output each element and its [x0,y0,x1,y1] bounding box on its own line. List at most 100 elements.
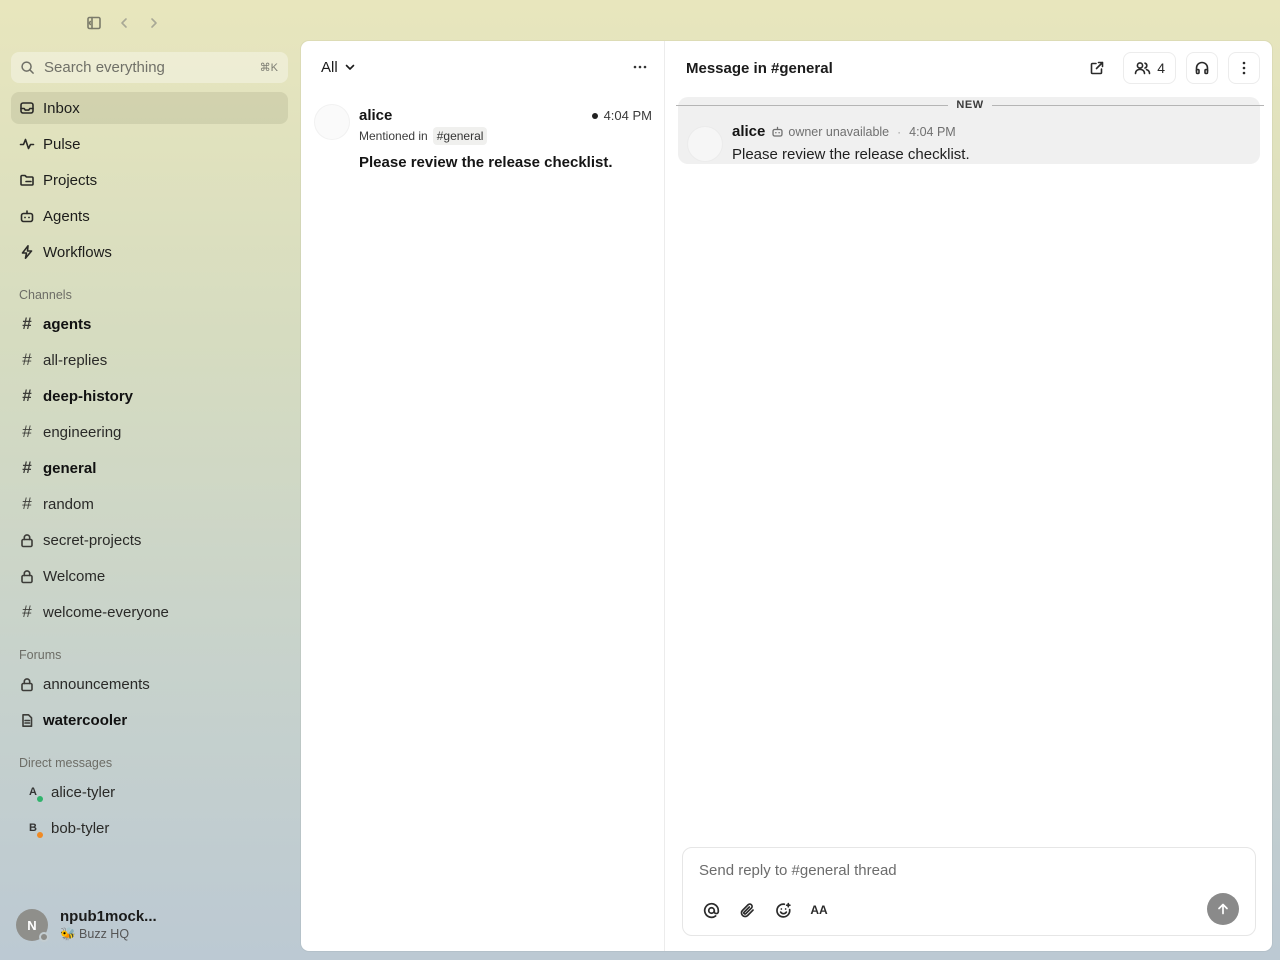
hash-icon: # [22,458,32,477]
bolt-icon [19,244,35,260]
nav-item-projects[interactable]: Projects [11,164,288,196]
meta-separator: · [897,124,902,139]
thread-menu-button[interactable] [1228,52,1260,84]
forums-section-title: Forums [19,648,62,662]
chevron-down-icon [344,61,356,73]
users-icon [1134,60,1151,76]
channel-item-random[interactable]: # random [11,488,288,520]
dm-item-bob-tyler[interactable]: B bob-tyler [11,812,288,844]
nav-item-pulse[interactable]: Pulse [11,128,288,160]
forum-label: watercooler [43,711,128,729]
nav-item-agents[interactable]: Agents [11,200,288,232]
user-avatar: N [16,909,49,942]
divider-line [991,104,1265,106]
channel-list: # agents # all-replies # deep-history # … [11,308,288,628]
emoji-icon[interactable] [771,898,795,922]
pulse-icon [19,136,35,152]
members-button[interactable]: 4 [1123,52,1176,84]
nav-item-label: Pulse [43,135,81,153]
channel-label: secret-projects [43,531,142,549]
hash-icon: # [22,422,32,441]
bot-icon [771,125,784,138]
forum-item-watercooler[interactable]: watercooler [11,704,288,736]
external-link-icon [1089,60,1105,76]
bot-icon [19,208,35,224]
channel-chip[interactable]: #general [432,127,488,145]
thread-pane: Message in #general 4 alice owner unavai… [666,41,1272,951]
user-info: npub1mock... 🐝 Buzz HQ [60,908,157,942]
channel-item-all-replies[interactable]: # all-replies [11,344,288,376]
nav-item-label: Projects [43,171,98,189]
thread-title: Message in #general [686,59,833,77]
channel-label: deep-history [43,387,134,405]
headphones-icon [1194,60,1210,76]
hash-icon: # [22,602,32,621]
dm-label: bob-tyler [51,819,110,837]
divider-line [676,104,949,106]
message-author[interactable]: alice [732,123,765,140]
open-external-button[interactable] [1081,52,1113,84]
avatar-initial: B [29,822,37,834]
new-messages-divider: NEW [676,98,1265,112]
mention-icon[interactable] [699,898,723,922]
inbox-icon [19,100,35,116]
channel-label: Welcome [43,567,106,585]
more-options-icon[interactable] [628,55,652,79]
sidebar-toggle-icon[interactable] [84,13,104,33]
inbox-item-time-text: 4:04 PM [603,108,652,123]
channel-item-agents[interactable]: # agents [11,308,288,340]
huddle-button[interactable] [1186,52,1218,84]
search-input[interactable]: Search everything ⌘K [11,52,288,83]
attachment-icon[interactable] [735,898,759,922]
search-icon [20,60,35,75]
user-name: npub1mock... [60,908,157,925]
workspace-name: 🐝 Buzz HQ [60,927,130,941]
channel-item-engineering[interactable]: # engineering [11,416,288,448]
unread-dot [591,112,598,119]
forward-icon[interactable] [144,13,164,33]
nav-item-label: Agents [43,207,90,225]
text-format-button[interactable]: AA [807,898,831,922]
avatar: B [23,818,43,838]
channel-item-welcome-everyone[interactable]: # welcome-everyone [11,596,288,628]
inbox-list-pane: All alice 4:04 PM Mentioned in #general [301,41,665,951]
inbox-list-header: All [301,41,664,93]
inbox-item[interactable]: alice 4:04 PM Mentioned in #general Plea… [301,93,664,173]
main-nav: Inbox Pulse Projects Agents Workflows [11,92,288,268]
dm-item-alice-tyler[interactable]: A alice-tyler [11,776,288,808]
hash-icon: # [22,386,32,405]
hash-icon: # [22,350,32,369]
projects-icon [19,172,35,188]
thread-header: Message in #general 4 [666,41,1272,95]
main-panel: All alice 4:04 PM Mentioned in #general [301,41,1272,951]
forum-label: announcements [43,675,150,693]
avatar: A [23,782,43,802]
vertical-dots-icon [1236,60,1252,76]
forum-item-announcements[interactable]: announcements [11,668,288,700]
filter-label: All [321,58,338,76]
nav-item-workflows[interactable]: Workflows [11,236,288,268]
inbox-item-time: 4:04 PM [591,108,652,123]
dms-section-title: Direct messages [19,756,113,770]
back-icon[interactable] [114,13,134,33]
message-status-text: owner unavailable [788,124,890,139]
user-initial: N [27,917,37,933]
forum-list: announcements watercooler [11,668,288,736]
channel-item-general[interactable]: # general [11,452,288,484]
online-status-dot [37,796,43,802]
reply-composer[interactable]: Send reply to #general thread AA [682,847,1256,936]
avatar [688,127,722,161]
send-button[interactable] [1207,893,1239,925]
avatar [315,105,349,139]
inbox-filter-dropdown[interactable]: All [321,59,356,76]
channel-item-welcome[interactable]: Welcome [11,560,288,592]
composer-placeholder: Send reply to #general thread [699,862,897,879]
message-text: Please review the release checklist. [732,146,970,163]
channel-item-secret-projects[interactable]: secret-projects [11,524,288,556]
search-shortcut: ⌘K [259,62,278,74]
nav-item-inbox[interactable]: Inbox [11,92,288,124]
current-user[interactable]: N npub1mock... 🐝 Buzz HQ [16,908,157,942]
channel-label: random [43,495,94,513]
hash-icon: # [22,314,32,333]
channel-item-deep-history[interactable]: # deep-history [11,380,288,412]
